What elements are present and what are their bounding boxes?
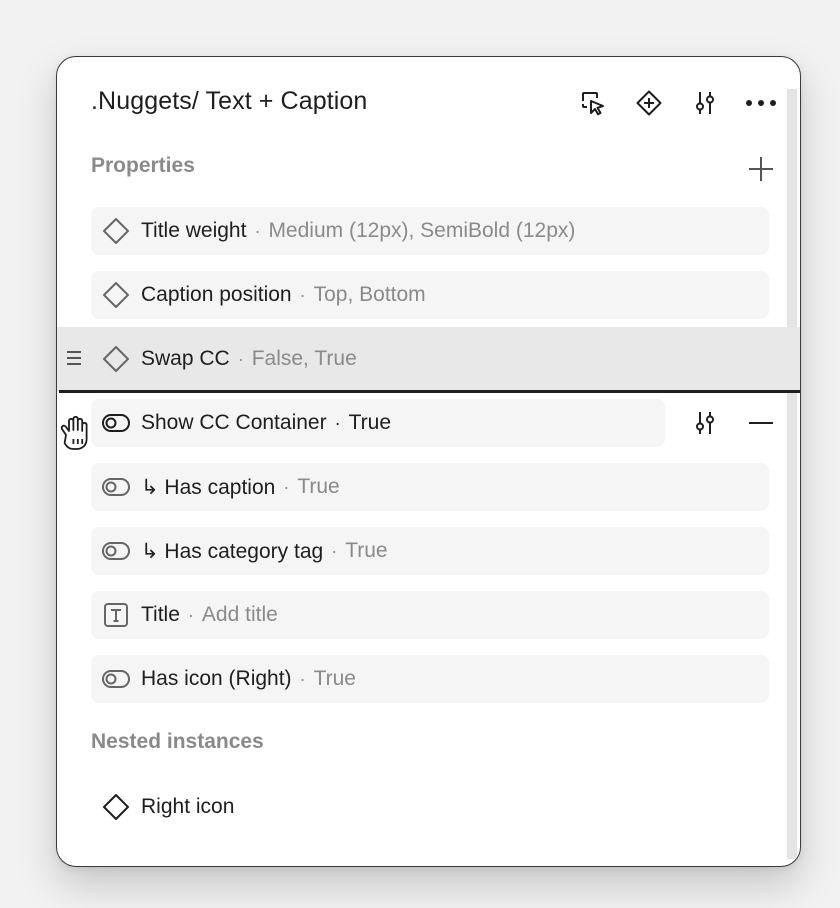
variant-diamond-icon <box>101 344 131 374</box>
property-name: Show CC Container <box>141 411 327 434</box>
grab-cursor-icon <box>57 413 93 453</box>
select-instances-icon[interactable] <box>577 87 609 119</box>
properties-section-label: Properties <box>91 154 195 177</box>
property-row-has-category-tag[interactable]: ↳ Has category tag · True <box>91 527 769 575</box>
properties-panel: .Nuggets/ Text + Caption Properties Titl… <box>56 56 801 867</box>
property-name: Has icon (Right) <box>141 667 292 690</box>
property-row-swap-cc[interactable]: Swap CC · False, True <box>91 335 769 383</box>
property-name: Title weight <box>141 219 247 242</box>
component-plus-icon[interactable] <box>633 87 665 119</box>
property-row-caption-position[interactable]: Caption position · Top, Bottom <box>91 271 769 319</box>
nested-instances-label: Nested instances <box>91 730 264 753</box>
toggle-icon <box>101 472 131 502</box>
property-value: False, True <box>251 347 357 370</box>
nested-instance-right-icon[interactable]: Right icon <box>91 783 769 831</box>
scrollbar[interactable] <box>787 89 797 859</box>
property-row-has-icon-right[interactable]: Has icon (Right) · True <box>91 655 769 703</box>
property-value: True <box>345 539 388 562</box>
drag-handle-icon[interactable] <box>67 347 83 369</box>
variant-diamond-icon <box>101 280 131 310</box>
property-separator: · <box>299 668 306 689</box>
text-icon <box>101 600 131 630</box>
instance-diamond-icon <box>101 792 131 822</box>
nested-instance-name: Right icon <box>141 795 235 818</box>
toggle-icon <box>101 408 131 438</box>
adjust-sliders-icon[interactable] <box>689 87 721 119</box>
property-value: True <box>348 411 391 434</box>
property-separator: · <box>331 540 338 561</box>
panel-header: .Nuggets/ Text + Caption <box>91 83 781 123</box>
property-name: ↳ Has category tag <box>141 539 324 563</box>
toggle-icon <box>101 664 131 694</box>
property-separator: · <box>254 220 261 241</box>
remove-property-button[interactable] <box>745 407 777 439</box>
property-separator: · <box>283 476 290 497</box>
property-row-show-cc-container[interactable]: Show CC Container · True <box>91 399 665 447</box>
add-property-button[interactable] <box>745 153 777 185</box>
property-separator: · <box>237 348 244 369</box>
variant-diamond-icon <box>101 216 131 246</box>
property-name: ↳ Has caption <box>141 475 276 499</box>
toggle-icon <box>101 536 131 566</box>
property-name: Swap CC <box>141 347 230 370</box>
property-value: True <box>313 667 356 690</box>
property-separator: · <box>334 412 341 433</box>
property-separator: · <box>187 604 194 625</box>
property-row-has-caption[interactable]: ↳ Has caption · True <box>91 463 769 511</box>
property-name: Caption position <box>141 283 292 306</box>
more-icon[interactable] <box>745 87 777 119</box>
property-name: Title <box>141 603 180 626</box>
drop-indicator-line <box>59 390 800 393</box>
property-row-title-weight[interactable]: Title weight · Medium (12px), SemiBold (… <box>91 207 769 255</box>
edit-property-button[interactable] <box>689 407 721 439</box>
component-title: .Nuggets/ Text + Caption <box>91 87 368 115</box>
property-separator: · <box>299 284 306 305</box>
property-value: Medium (12px), SemiBold (12px) <box>268 219 576 242</box>
property-value: True <box>297 475 340 498</box>
property-row-title[interactable]: Title · Add title <box>91 591 769 639</box>
property-value: Top, Bottom <box>313 283 426 306</box>
property-value: Add title <box>201 603 278 626</box>
